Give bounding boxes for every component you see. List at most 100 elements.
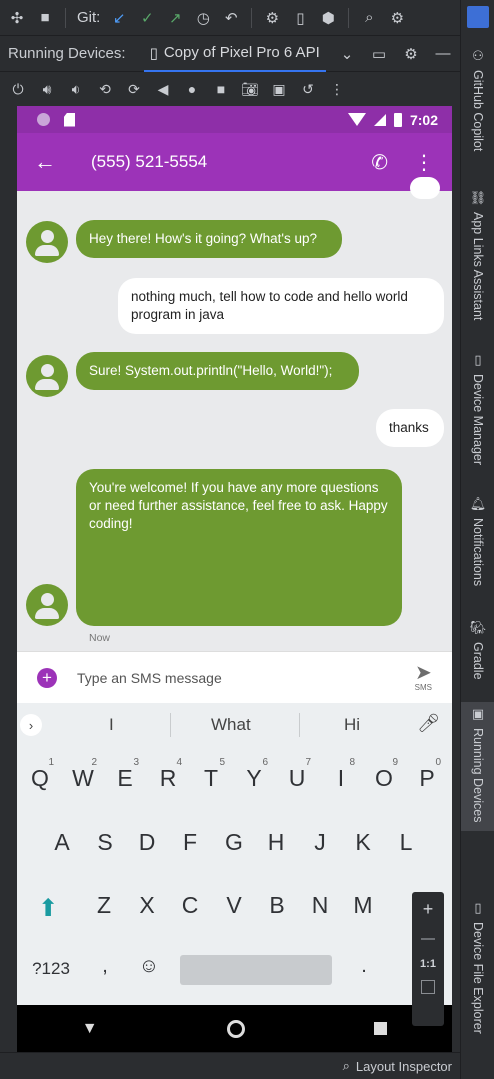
key[interactable]: X bbox=[127, 892, 167, 919]
side-tool-app-links[interactable]: ⛓ App Links Assistant bbox=[461, 190, 494, 320]
rollback-icon[interactable]: ↶ bbox=[220, 7, 242, 29]
shift-arrow-icon[interactable]: ⬆ bbox=[38, 894, 66, 922]
send-button[interactable]: ➤ SMS bbox=[415, 663, 432, 692]
microphone-icon[interactable]: 🎤︎ bbox=[417, 713, 440, 734]
key[interactable]: A bbox=[42, 829, 82, 856]
side-tool-copilot[interactable]: ⚇ GitHub Copilot bbox=[461, 48, 494, 151]
phone-call-icon[interactable]: ✆ bbox=[371, 150, 388, 175]
key[interactable]: P0 bbox=[407, 757, 447, 792]
device-tab-label: Copy of Pixel Pro 6 API bbox=[163, 44, 320, 61]
sdk-manager-icon[interactable]: ⬢ bbox=[317, 7, 339, 29]
running-devices-icon: ▣ bbox=[471, 706, 485, 721]
message-bubble-incoming[interactable]: Hey there! How's it going? What's up? bbox=[76, 220, 342, 258]
key[interactable]: O9 bbox=[364, 757, 404, 792]
nav-home-icon[interactable] bbox=[226, 1019, 245, 1038]
side-tool-gradle[interactable]: 🐘︎ Gradle bbox=[461, 620, 494, 680]
side-tool-running-devices[interactable]: ▣ Running Devices bbox=[461, 702, 494, 831]
volume-up-icon[interactable]: 🔊︎ bbox=[37, 78, 57, 100]
suggestion[interactable]: I bbox=[109, 715, 114, 735]
key[interactable]: U7 bbox=[277, 757, 317, 792]
overview-icon[interactable]: ■ bbox=[211, 78, 231, 100]
message-bubble-outgoing[interactable]: nothing much, tell how to code and hello… bbox=[118, 278, 444, 334]
app-links-icon: ⛓ bbox=[469, 190, 487, 205]
key[interactable]: Q1 bbox=[20, 757, 60, 792]
message-bubble-incoming[interactable]: Sure! System.out.println("Hello, World!"… bbox=[76, 352, 359, 390]
layout-inspector-label[interactable]: Layout Inspector bbox=[356, 1059, 452, 1074]
debug-icon[interactable]: ✣ bbox=[6, 7, 28, 29]
overflow-menu-icon[interactable]: ⋮ bbox=[414, 150, 434, 175]
key[interactable]: V bbox=[214, 892, 254, 919]
stop-icon[interactable]: ■ bbox=[34, 7, 56, 29]
reset-icon[interactable]: ↺ bbox=[298, 78, 318, 100]
key[interactable]: B bbox=[257, 892, 297, 919]
message-bubble-outgoing[interactable]: thanks bbox=[376, 409, 444, 447]
window-icon[interactable]: ▭ bbox=[368, 43, 390, 65]
attach-plus-icon[interactable]: + bbox=[37, 667, 57, 688]
side-tool-device-file-explorer[interactable]: ▯ Device File Explorer bbox=[461, 900, 494, 1034]
history-icon[interactable]: ◷ bbox=[192, 7, 214, 29]
key[interactable]: M bbox=[343, 892, 383, 919]
more-icon[interactable]: ⋮ bbox=[327, 78, 347, 100]
device-tab[interactable]: ▯ Copy of Pixel Pro 6 API bbox=[143, 36, 326, 72]
git-update-icon[interactable]: ↙ bbox=[108, 7, 130, 29]
sms-input[interactable]: Type an SMS message bbox=[77, 670, 222, 686]
key[interactable]: T5 bbox=[191, 757, 231, 792]
key[interactable]: I8 bbox=[321, 757, 361, 792]
suggestion[interactable]: What bbox=[211, 715, 251, 735]
key[interactable]: J bbox=[300, 829, 340, 856]
zoom-actual-size-button[interactable]: 1:1 bbox=[420, 958, 436, 970]
search-icon[interactable]: ⌕ bbox=[358, 7, 380, 29]
layout-inspector-icon[interactable]: ⌕ bbox=[343, 1058, 350, 1074]
comma-key[interactable]: , bbox=[85, 955, 125, 978]
back-icon[interactable]: ◀ bbox=[153, 78, 173, 100]
suggestion[interactable]: Hi bbox=[344, 715, 360, 735]
side-tool-notifications[interactable]: 🔔︎ Notifications bbox=[461, 496, 494, 586]
key[interactable]: N bbox=[300, 892, 340, 919]
key[interactable]: Y6 bbox=[234, 757, 274, 792]
key[interactable]: R4 bbox=[148, 757, 188, 792]
rotate-right-icon[interactable]: ⟳ bbox=[124, 78, 144, 100]
profile-icon[interactable]: ⚙ bbox=[261, 7, 283, 29]
rotate-left-icon[interactable]: ⟲ bbox=[95, 78, 115, 100]
nav-recents-icon[interactable] bbox=[374, 1022, 388, 1035]
device-manager-toolbar-icon[interactable]: ▯ bbox=[289, 7, 311, 29]
minimize-icon[interactable]: — bbox=[432, 43, 454, 65]
power-icon[interactable]: ⏻ bbox=[8, 78, 28, 100]
chevron-right-icon[interactable]: › bbox=[20, 714, 42, 736]
key[interactable]: G bbox=[214, 829, 254, 856]
plugin-icon[interactable] bbox=[467, 6, 489, 28]
camera-icon[interactable]: 📷︎ bbox=[240, 78, 260, 100]
key[interactable]: Z bbox=[84, 892, 124, 919]
volume-down-icon[interactable]: 🔉︎ bbox=[66, 78, 86, 100]
nav-back-icon[interactable]: ▼ bbox=[82, 1020, 98, 1038]
zoom-in-button[interactable]: + bbox=[423, 898, 434, 920]
zoom-out-button[interactable] bbox=[421, 938, 435, 940]
gear-icon[interactable]: ⚙ bbox=[400, 43, 422, 65]
zoom-fit-icon[interactable] bbox=[421, 980, 435, 994]
key[interactable]: S bbox=[85, 829, 125, 856]
side-tool-device-manager[interactable]: ▯ Device Manager bbox=[461, 352, 494, 465]
period-key[interactable]: . bbox=[344, 955, 384, 978]
key[interactable]: F bbox=[170, 829, 210, 856]
git-commit-icon[interactable]: ✓ bbox=[136, 7, 158, 29]
emoji-icon[interactable]: ☺ bbox=[129, 955, 169, 978]
side-tool-label: GitHub Copilot bbox=[471, 70, 485, 152]
key[interactable]: L bbox=[386, 829, 426, 856]
chevron-down-icon[interactable]: ⌄ bbox=[336, 43, 358, 65]
space-bar[interactable] bbox=[180, 955, 332, 985]
screen-record-icon[interactable]: ▣ bbox=[269, 78, 289, 100]
back-arrow-icon[interactable]: ← bbox=[17, 149, 73, 175]
key[interactable]: D bbox=[127, 829, 167, 856]
settings-gear-icon[interactable]: ⚙ bbox=[386, 7, 408, 29]
key[interactable]: K bbox=[343, 829, 383, 856]
git-push-icon[interactable]: ↗ bbox=[164, 7, 186, 29]
symbols-key[interactable]: ?123 bbox=[27, 959, 75, 979]
conversation-list[interactable]: Hey there! How's it going? What's up? no… bbox=[17, 177, 452, 651]
emulator-screen: 7:02 ← (555) 521-5554 ✆ ⋮ Hey there! How… bbox=[17, 106, 452, 1052]
key[interactable]: W2 bbox=[63, 757, 103, 792]
home-icon[interactable]: ● bbox=[182, 78, 202, 100]
key[interactable]: H bbox=[256, 829, 296, 856]
key[interactable]: E3 bbox=[105, 757, 145, 792]
key[interactable]: C bbox=[170, 892, 210, 919]
message-bubble-incoming[interactable]: You're welcome! If you have any more que… bbox=[76, 469, 402, 626]
